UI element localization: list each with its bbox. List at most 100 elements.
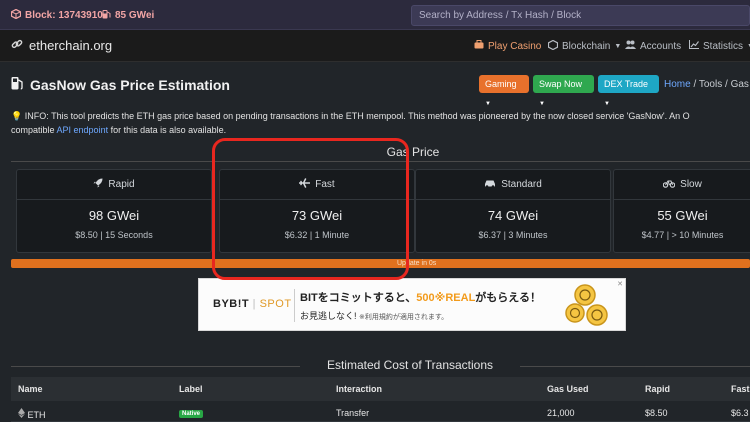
- column-header-fast[interactable]: Fast: [731, 384, 750, 394]
- ad-headline-amount: 500: [416, 292, 435, 304]
- breadcrumb-tools[interactable]: Tools: [699, 79, 722, 90]
- nav-accounts[interactable]: Accounts: [625, 40, 681, 52]
- api-endpoint-link[interactable]: API endpoint: [57, 125, 109, 135]
- gas-card-price: 55 GWei: [657, 208, 708, 223]
- ethereum-icon: [18, 408, 28, 420]
- caret-down-icon: ▼: [485, 101, 491, 107]
- gas-card-label: Standard: [501, 179, 542, 190]
- casino-icon: [474, 40, 484, 52]
- gas-card-rapid: Rapid 98 GWei $8.50 | 15 Seconds: [16, 169, 212, 253]
- page-title-text: GasNow Gas Price Estimation: [30, 76, 230, 93]
- brand-name: etherchain.org: [29, 38, 113, 53]
- ad-brand: BYB!T: [213, 298, 250, 310]
- gas-card-header: Slow: [614, 170, 750, 200]
- nav-statistics-label: Statistics: [703, 40, 744, 52]
- nav-play-casino[interactable]: Play Casino: [474, 40, 541, 52]
- breadcrumb-home[interactable]: Home: [664, 79, 691, 90]
- native-badge: Native: [179, 410, 204, 418]
- table-row: ETH Native Transfer 21,000 $8.50 $6.3: [11, 402, 750, 422]
- gas-pump-icon: [102, 9, 111, 22]
- swap-button-label: Swap Now: [539, 79, 583, 89]
- ad-headline-a: BITをコミットすると、: [300, 292, 417, 304]
- nav-blockchain[interactable]: Blockchain ▼: [547, 39, 622, 53]
- ad-close-icon[interactable]: ✕: [617, 280, 623, 288]
- breadcrumb: Home / Tools / Gas: [664, 79, 749, 90]
- column-header-gas-used[interactable]: Gas Used: [547, 384, 589, 394]
- ad-headline-real: REAL: [445, 292, 476, 304]
- nav-play-casino-label: Play Casino: [488, 40, 542, 52]
- gas-card-time: > 10 Minutes: [671, 230, 724, 240]
- users-icon: [625, 40, 636, 52]
- dex-trade-dropdown-button[interactable]: DEX Trade ▼: [598, 75, 659, 107]
- cubes-icon: [547, 39, 559, 53]
- ad-headline-c: がもらえる！: [475, 292, 541, 304]
- search-input[interactable]: Search by Address / Tx Hash / Block: [411, 5, 750, 26]
- block-number-text: Block: 13743910: [25, 10, 103, 21]
- link-icon: [11, 38, 23, 53]
- ad-subline: お見逃しなく! ※利用規約が適用されます。: [300, 309, 448, 322]
- column-header-rapid[interactable]: Rapid: [645, 384, 670, 394]
- gas-card-cost: $4.77 | > 10 Minutes: [641, 230, 724, 240]
- gas-card-label: Slow: [680, 179, 702, 190]
- gaming-dropdown-button[interactable]: Gaming ▼: [479, 75, 529, 107]
- row-interaction: Transfer: [336, 408, 370, 418]
- gas-price-text: 85 GWei: [115, 10, 155, 21]
- coins-icon: [561, 283, 617, 327]
- table-header: Name Label Interaction Gas Used Rapid Fa…: [11, 377, 750, 401]
- gas-card-label: Rapid: [108, 179, 135, 190]
- nav-statistics[interactable]: Statistics ▼: [689, 40, 750, 52]
- nav-accounts-label: Accounts: [640, 40, 682, 52]
- gaming-button-label: Gaming: [485, 79, 517, 89]
- gas-price-indicator[interactable]: 85 GWei: [102, 9, 154, 22]
- highlight-annotation: [212, 138, 409, 280]
- main-navbar: etherchain.org Play Casino Blockchain ▼ …: [0, 30, 750, 62]
- ad-coin-icon: ※: [434, 292, 446, 304]
- ad-brand-suffix: SPOT: [259, 298, 292, 310]
- info-line-2-suffix: for this data is also available.: [108, 125, 227, 135]
- caret-down-icon: ▼: [604, 101, 610, 107]
- breadcrumb-current: Gas: [730, 79, 749, 90]
- ad-headline: BITをコミットすると、500※REALがもらえる！: [300, 289, 541, 305]
- lightbulb-icon: 💡: [11, 111, 23, 121]
- ad-logo: BYB!T | SPOT: [213, 298, 292, 310]
- bicycle-icon: [662, 179, 676, 191]
- top-status-bar: Block: 13743910 85 GWei Search by Addres…: [0, 0, 750, 30]
- row-gas-used: 21,000: [547, 408, 575, 418]
- chevron-down-icon: ▼: [614, 43, 622, 50]
- row-name: ETH: [18, 408, 46, 420]
- estimated-cost-heading: Estimated Cost of Transactions: [300, 358, 520, 372]
- info-notice: 💡 INFO: This tool predicts the ETH gas p…: [11, 109, 750, 137]
- advertisement-banner[interactable]: BYB!T | SPOT BITをコミットすると、500※REALがもらえる！ …: [198, 278, 626, 331]
- swap-now-dropdown-button[interactable]: Swap Now ▼: [533, 75, 594, 107]
- gas-card-cost: $8.50 | 15 Seconds: [75, 230, 153, 240]
- ad-divider: [294, 289, 295, 322]
- gas-card-standard: Standard 74 GWei $6.37 | 3 Minutes: [415, 169, 611, 253]
- ad-subline-text: お見逃しなく!: [300, 311, 360, 321]
- ad-logo-separator: |: [252, 298, 257, 310]
- gas-pump-icon: [11, 76, 23, 93]
- site-brand[interactable]: etherchain.org: [11, 38, 112, 53]
- dex-button-label: DEX Trade: [604, 79, 649, 89]
- ad-subline-note: ※利用規約が適用されます。: [359, 314, 449, 321]
- nav-blockchain-label: Blockchain: [562, 41, 611, 52]
- block-number[interactable]: Block: 13743910: [10, 8, 103, 22]
- info-line-1: INFO: This tool predicts the ETH gas pri…: [24, 111, 690, 121]
- gas-card-time: 3 Minutes: [508, 230, 548, 240]
- column-header-label[interactable]: Label: [179, 384, 203, 394]
- gas-card-price: 98 GWei: [88, 208, 140, 223]
- gas-card-usd: $4.77: [641, 230, 665, 240]
- gas-card-usd: $8.50: [75, 230, 98, 240]
- rocket-icon: [93, 178, 103, 191]
- row-rapid-cost: $8.50: [645, 408, 668, 418]
- caret-down-icon: ▼: [539, 101, 545, 107]
- gas-card-slow: Slow 55 GWei $4.77 | > 10 Minutes: [613, 169, 750, 253]
- row-label: Native: [179, 407, 204, 418]
- cube-icon: [10, 8, 22, 22]
- gas-card-time: 15 Seconds: [105, 230, 153, 240]
- row-fast-cost: $6.3: [731, 408, 749, 418]
- gas-card-header: Rapid: [17, 170, 211, 200]
- column-header-name[interactable]: Name: [18, 384, 43, 394]
- info-line-2-prefix: compatible: [11, 125, 57, 135]
- gas-card-usd: $6.37: [478, 230, 502, 240]
- column-header-interaction[interactable]: Interaction: [336, 384, 382, 394]
